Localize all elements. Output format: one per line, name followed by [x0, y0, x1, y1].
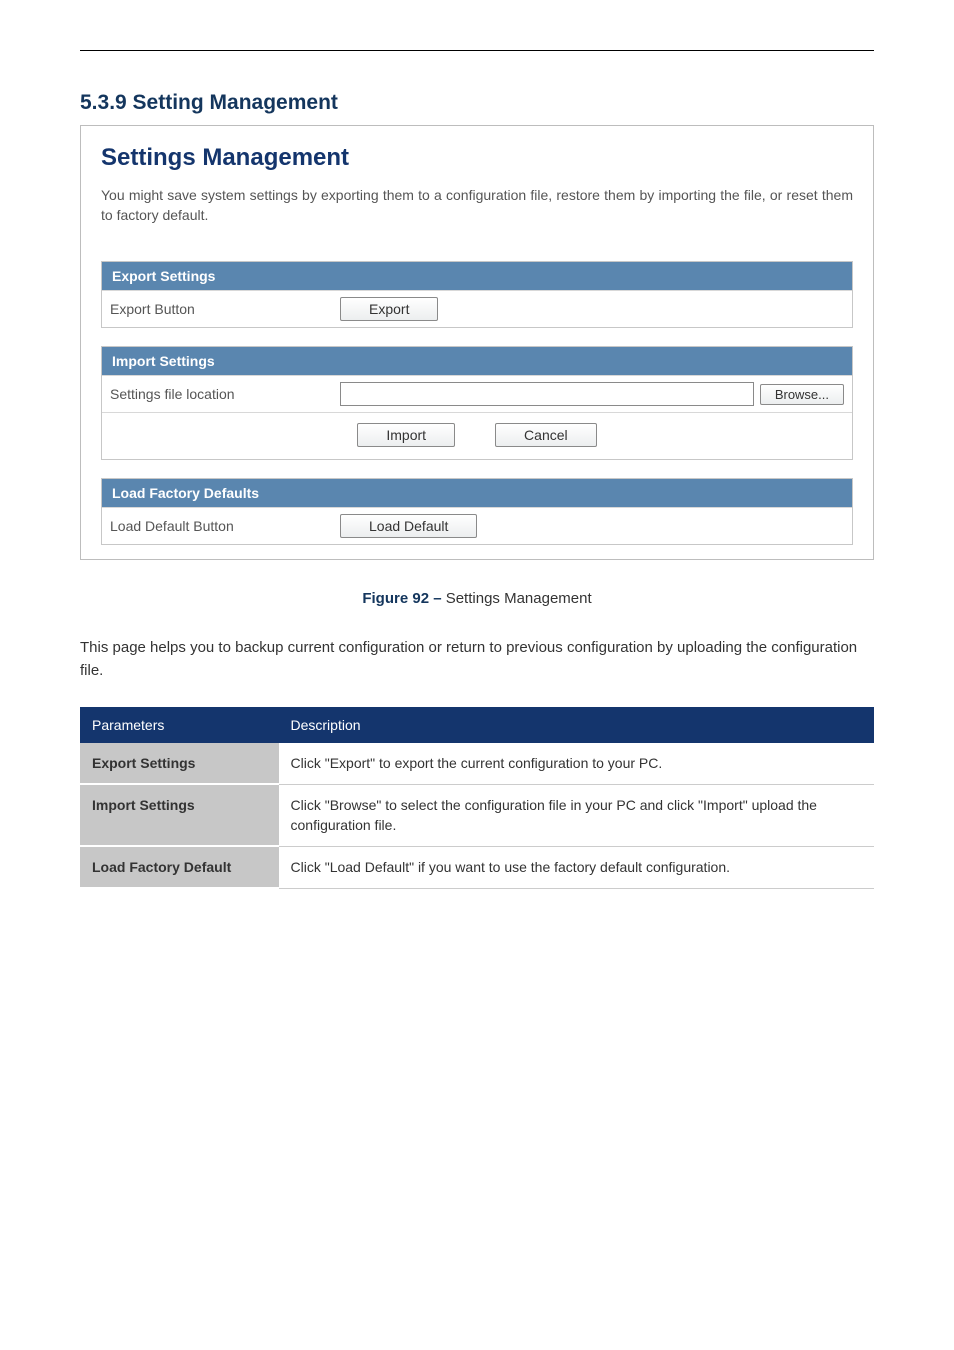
settings-file-path-input[interactable] — [340, 382, 754, 406]
figure-caption: Figure 92 – Settings Management — [80, 590, 874, 607]
cancel-button[interactable]: Cancel — [495, 423, 597, 447]
settings-management-screenshot: Settings Management You might save syste… — [80, 125, 874, 560]
panel-title: Settings Management — [101, 144, 853, 172]
export-button-label: Export Button — [110, 301, 340, 317]
figure-number: Figure 92 – — [362, 590, 441, 607]
figure-text: Settings Management — [442, 590, 592, 607]
load-default-button[interactable]: Load Default — [340, 514, 477, 538]
param-desc: Click "Load Default" if you want to use … — [279, 846, 875, 888]
import-settings-header: Import Settings — [102, 347, 852, 375]
table-row: Load Factory Default Click "Load Default… — [80, 846, 874, 888]
table-header-description: Description — [279, 707, 875, 743]
import-button[interactable]: Import — [357, 423, 455, 447]
load-factory-defaults-header: Load Factory Defaults — [102, 479, 852, 507]
settings-file-location-label: Settings file location — [110, 386, 340, 402]
export-button[interactable]: Export — [340, 297, 438, 321]
page-top-rule — [80, 50, 874, 51]
table-row: Import Settings Click "Browse" to select… — [80, 784, 874, 846]
panel-description: You might save system settings by export… — [101, 186, 853, 225]
param-name: Export Settings — [80, 743, 279, 784]
param-name: Import Settings — [80, 784, 279, 846]
parameters-table: Parameters Description Export Settings C… — [80, 707, 874, 889]
export-settings-header: Export Settings — [102, 262, 852, 290]
load-default-button-label: Load Default Button — [110, 518, 340, 534]
table-row: Export Settings Click "Export" to export… — [80, 743, 874, 784]
section-number: 5.3.9 Setting Management — [80, 91, 874, 115]
param-desc: Click "Export" to export the current con… — [279, 743, 875, 784]
import-settings-group: Import Settings Settings file location B… — [101, 346, 853, 460]
load-factory-defaults-group: Load Factory Defaults Load Default Butto… — [101, 478, 853, 545]
table-header-parameters: Parameters — [80, 707, 279, 743]
param-desc: Click "Browse" to select the configurati… — [279, 784, 875, 846]
browse-button[interactable]: Browse... — [760, 384, 844, 405]
instruction-paragraph: This page helps you to backup current co… — [80, 637, 874, 682]
param-name: Load Factory Default — [80, 846, 279, 888]
export-settings-group: Export Settings Export Button Export — [101, 261, 853, 328]
